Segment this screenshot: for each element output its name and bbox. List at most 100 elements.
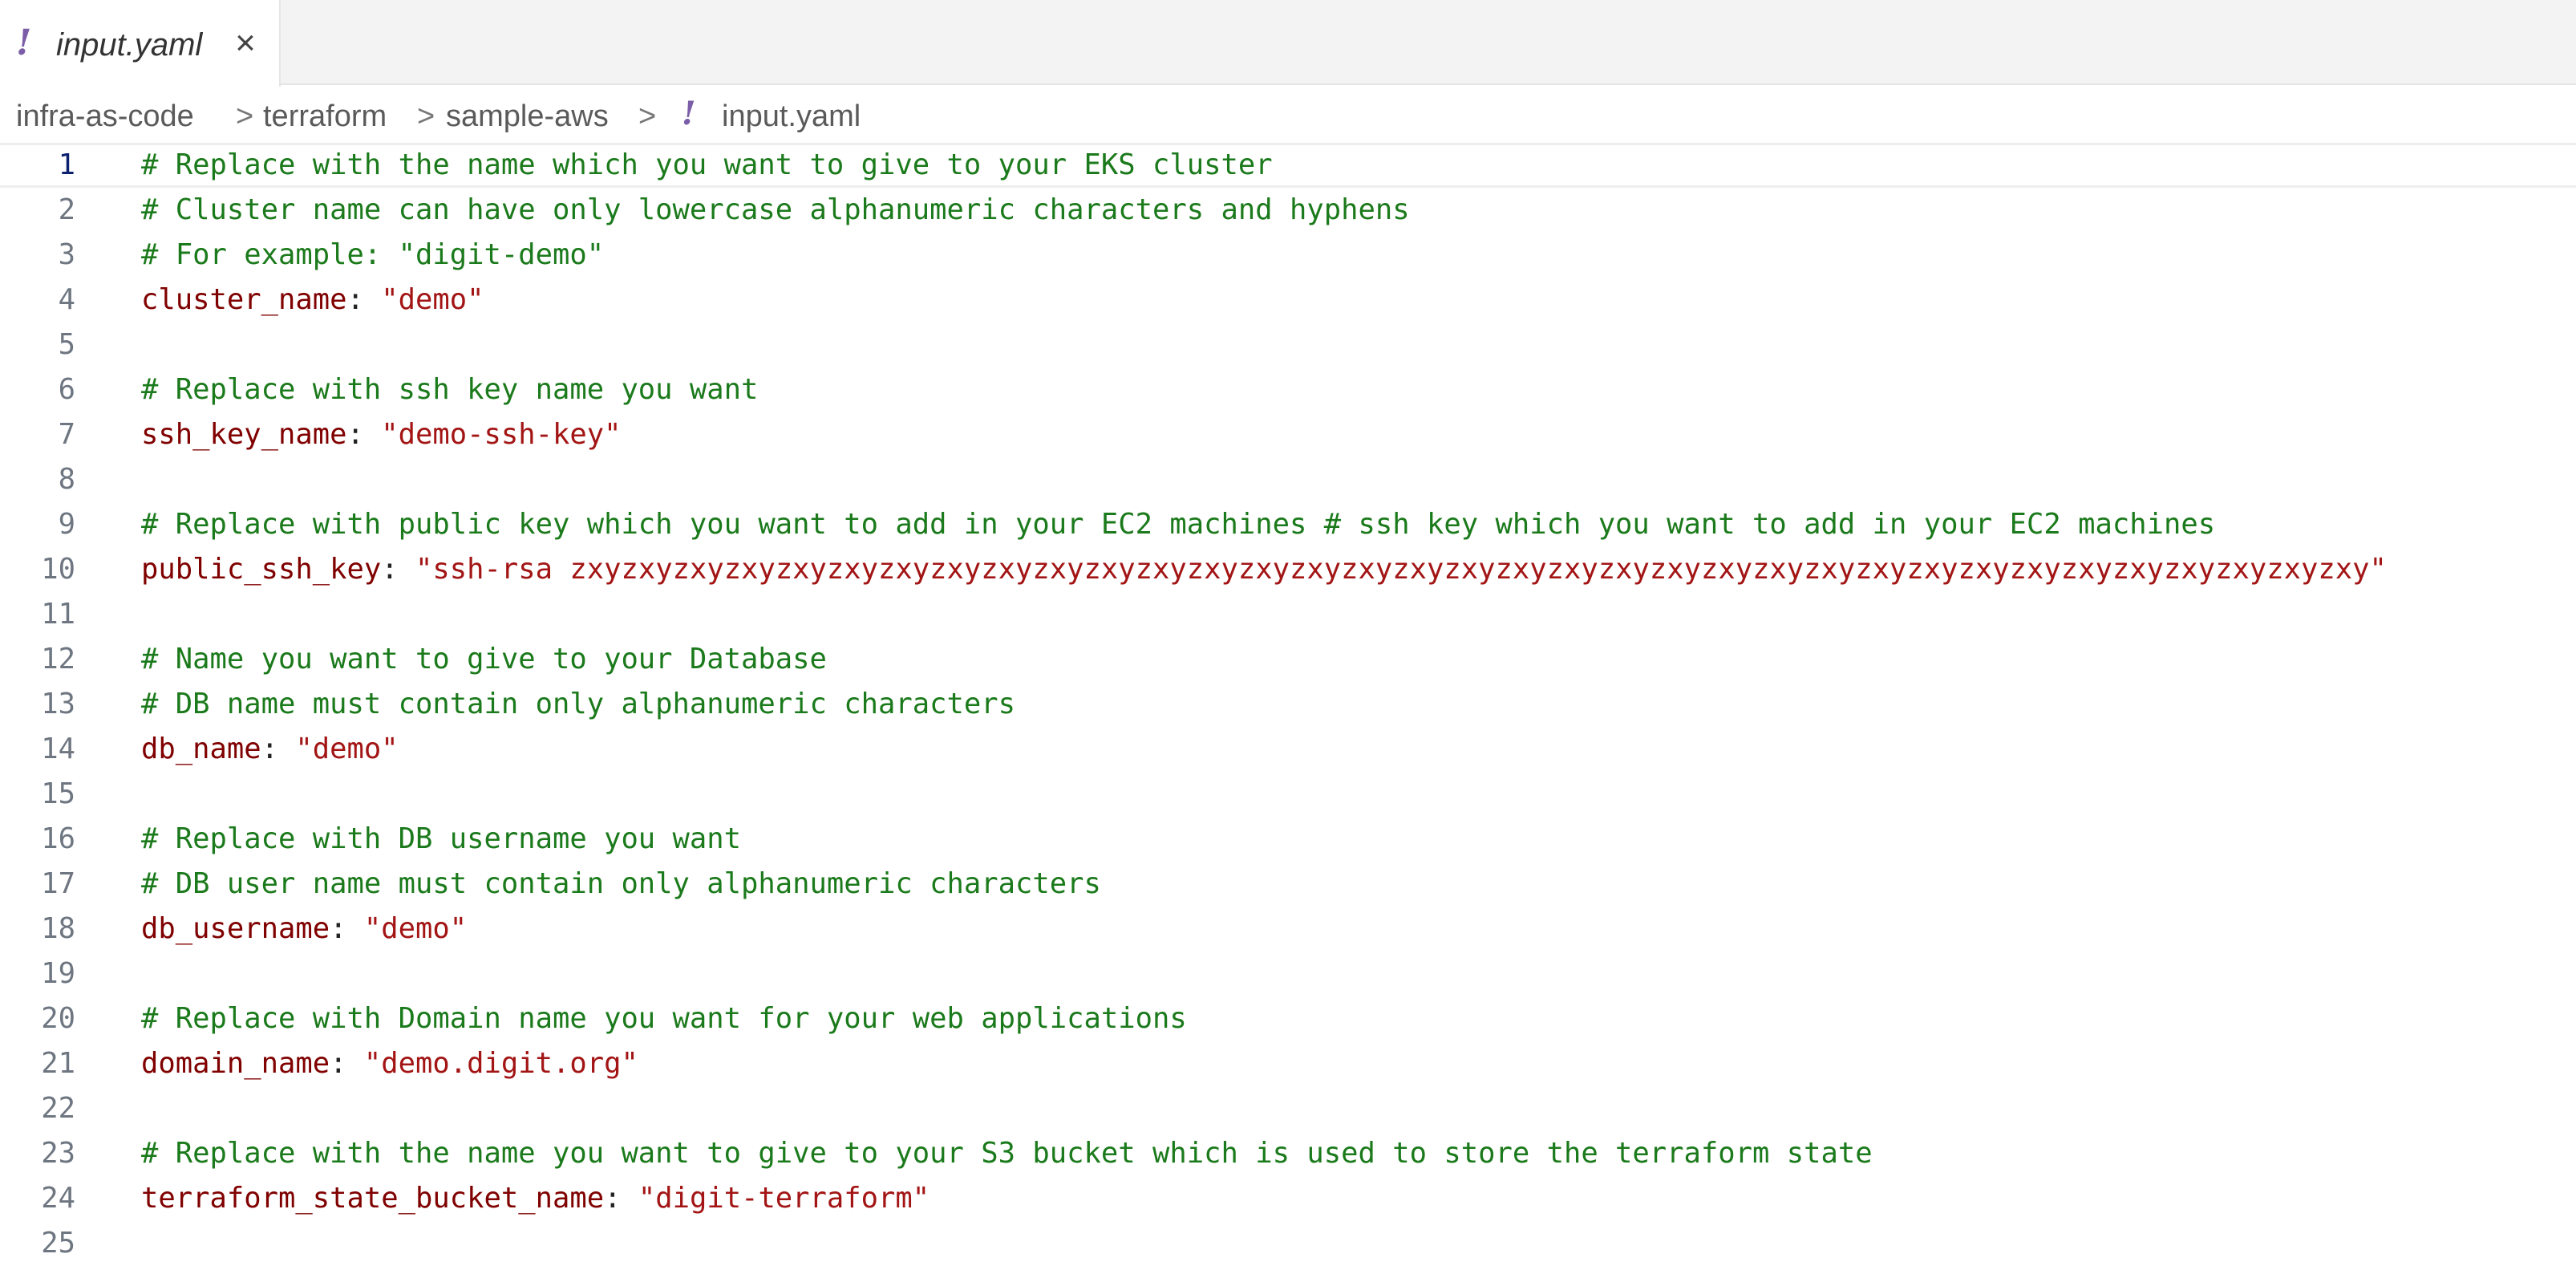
- code-line[interactable]: 25: [0, 1221, 2576, 1266]
- yaml-key: db_name: [141, 732, 261, 765]
- code-line[interactable]: 18 db_username: "demo": [0, 907, 2576, 952]
- yaml-string-value: "ssh-rsa zxyzxyzxyzxyzxyzxyzxyzxyzxyzxyz…: [415, 553, 2387, 586]
- tab-label[interactable]: input.yaml: [56, 22, 202, 67]
- yaml-comment: # Replace with the name which you want t…: [141, 148, 1273, 181]
- line-number: 4: [58, 283, 75, 316]
- yaml-key: db_username: [141, 912, 330, 945]
- code-line[interactable]: 14 db_name: "demo": [0, 727, 2576, 772]
- code-line[interactable]: 24 terraform_state_bucket_name: "digit-te…: [0, 1176, 2576, 1221]
- yaml-comment: # Replace with DB username you want: [141, 822, 742, 855]
- yaml-comment: # Replace with Domain name you want for …: [141, 1002, 1187, 1035]
- yaml-colon: :: [330, 1047, 364, 1080]
- code-line[interactable]: 4 cluster_name: "demo": [0, 278, 2576, 323]
- yaml-string-value: "demo": [363, 912, 468, 945]
- code-line[interactable]: 8: [0, 457, 2576, 502]
- line-number: 23: [41, 1137, 75, 1170]
- line-number: 8: [58, 463, 75, 496]
- chevron-right-icon: >: [236, 99, 254, 133]
- chevron-right-icon: >: [417, 99, 435, 133]
- code-line[interactable]: 20 # Replace with Domain name you want fo…: [0, 996, 2576, 1041]
- chevron-right-icon: >: [638, 99, 657, 133]
- yaml-comment: # For example: "digit-demo": [141, 238, 605, 271]
- code-editor[interactable]: 1 # Replace with the name which you want …: [0, 143, 2576, 1260]
- yaml-string-value: "demo": [381, 283, 484, 316]
- line-number: 17: [41, 867, 75, 900]
- code-line[interactable]: 13 # DB name must contain only alphanumer…: [0, 682, 2576, 727]
- line-content[interactable]: domain_name: "demo.digit.org": [141, 1041, 638, 1086]
- code-line[interactable]: 21 domain_name: "demo.digit.org": [0, 1041, 2576, 1086]
- line-content[interactable]: # Replace with the name you want to give…: [141, 1131, 1873, 1176]
- code-line[interactable]: 16 # Replace with DB username you want: [0, 817, 2576, 862]
- yaml-colon: :: [604, 1182, 638, 1215]
- line-number: 13: [41, 688, 75, 720]
- yaml-comment: # Cluster name can have only lowercase a…: [141, 193, 1410, 226]
- breadcrumb-item-input-yaml[interactable]: input.yaml: [722, 98, 861, 135]
- line-number: 15: [41, 777, 75, 810]
- yaml-colon: :: [381, 553, 415, 586]
- line-number: 21: [41, 1047, 75, 1080]
- line-number: 1: [58, 148, 75, 181]
- code-line[interactable]: 19: [0, 952, 2576, 996]
- line-number: 22: [41, 1092, 75, 1125]
- tab-input-yaml[interactable]: ! input.yaml ×: [0, 0, 281, 87]
- line-number: 9: [58, 508, 75, 541]
- line-number: 11: [41, 598, 75, 631]
- code-line[interactable]: 3 # For example: "digit-demo": [0, 233, 2576, 278]
- code-line[interactable]: 10 public_ssh_key: "ssh-rsa zxyzxyzxyzxyz…: [0, 547, 2576, 592]
- line-content[interactable]: cluster_name: "demo": [141, 278, 484, 323]
- line-number: 12: [41, 643, 75, 676]
- yaml-key: domain_name: [141, 1047, 330, 1080]
- line-content[interactable]: ssh_key_name: "demo-ssh-key": [141, 412, 621, 457]
- line-content[interactable]: db_username: "demo": [141, 907, 467, 952]
- code-line[interactable]: 9 # Replace with public key which you wan…: [0, 502, 2576, 547]
- line-content[interactable]: # Replace with DB username you want: [141, 817, 741, 862]
- line-content[interactable]: # For example: "digit-demo": [141, 233, 604, 278]
- code-line[interactable]: 1 # Replace with the name which you want …: [0, 143, 2576, 188]
- code-line[interactable]: 12 # Name you want to give to your Databa…: [0, 637, 2576, 682]
- code-line[interactable]: 17 # DB user name must contain only alpha…: [0, 862, 2576, 907]
- line-content[interactable]: # Name you want to give to your Database: [141, 637, 827, 682]
- line-number: 5: [58, 328, 75, 361]
- code-line[interactable]: 2 # Cluster name can have only lowercase …: [0, 188, 2576, 233]
- yaml-key: ssh_key_name: [141, 418, 347, 451]
- yaml-colon: :: [346, 283, 382, 316]
- breadcrumb-item-terraform[interactable]: terraform: [263, 98, 387, 135]
- yaml-string-value: "demo": [295, 732, 399, 765]
- breadcrumb-item-sample-aws[interactable]: sample-aws: [446, 98, 609, 135]
- line-number: 10: [41, 553, 75, 586]
- line-content[interactable]: public_ssh_key: "ssh-rsa zxyzxyzxyzxyzxy…: [141, 547, 2387, 592]
- yaml-colon: :: [346, 418, 382, 451]
- yaml-colon: :: [330, 912, 364, 945]
- close-icon[interactable]: ×: [229, 21, 261, 66]
- yaml-key: terraform_state_bucket_name: [141, 1182, 605, 1215]
- line-content[interactable]: # DB name must contain only alphanumeric…: [141, 682, 1015, 727]
- line-number: 19: [41, 957, 75, 990]
- yaml-comment: # Replace with ssh key name you want: [141, 373, 759, 406]
- yaml-colon: :: [261, 732, 296, 765]
- code-line[interactable]: 6 # Replace with ssh key name you want: [0, 367, 2576, 412]
- code-line[interactable]: 11: [0, 592, 2576, 637]
- yaml-file-icon: !: [682, 95, 696, 132]
- line-content[interactable]: db_name: "demo": [141, 727, 399, 772]
- breadcrumb-item-infra-as-code[interactable]: infra-as-code: [16, 98, 194, 135]
- code-line[interactable]: 22: [0, 1086, 2576, 1131]
- code-line[interactable]: 7 ssh_key_name: "demo-ssh-key": [0, 412, 2576, 457]
- line-content[interactable]: # DB user name must contain only alphanu…: [141, 862, 1101, 907]
- yaml-comment: # Name you want to give to your Database: [141, 643, 827, 676]
- yaml-comment: # DB name must contain only alphanumeric…: [141, 688, 1016, 720]
- line-content[interactable]: # Cluster name can have only lowercase a…: [141, 188, 1410, 233]
- line-content[interactable]: terraform_state_bucket_name: "digit-terr…: [141, 1176, 930, 1221]
- line-number: 14: [41, 732, 75, 765]
- code-line[interactable]: 23 # Replace with the name you want to gi…: [0, 1131, 2576, 1176]
- line-number: 3: [58, 238, 75, 271]
- code-line[interactable]: 5: [0, 323, 2576, 367]
- line-number: 2: [58, 193, 75, 226]
- line-content[interactable]: # Replace with ssh key name you want: [141, 367, 758, 412]
- yaml-key: cluster_name: [141, 283, 347, 316]
- tab-bar: ! input.yaml ×: [0, 0, 2576, 87]
- line-content[interactable]: # Replace with public key which you want…: [141, 502, 2215, 547]
- code-line[interactable]: 15: [0, 772, 2576, 817]
- line-content[interactable]: # Replace with the name which you want t…: [141, 145, 1273, 185]
- line-content[interactable]: # Replace with Domain name you want for …: [141, 996, 1187, 1041]
- line-number: 7: [58, 418, 75, 451]
